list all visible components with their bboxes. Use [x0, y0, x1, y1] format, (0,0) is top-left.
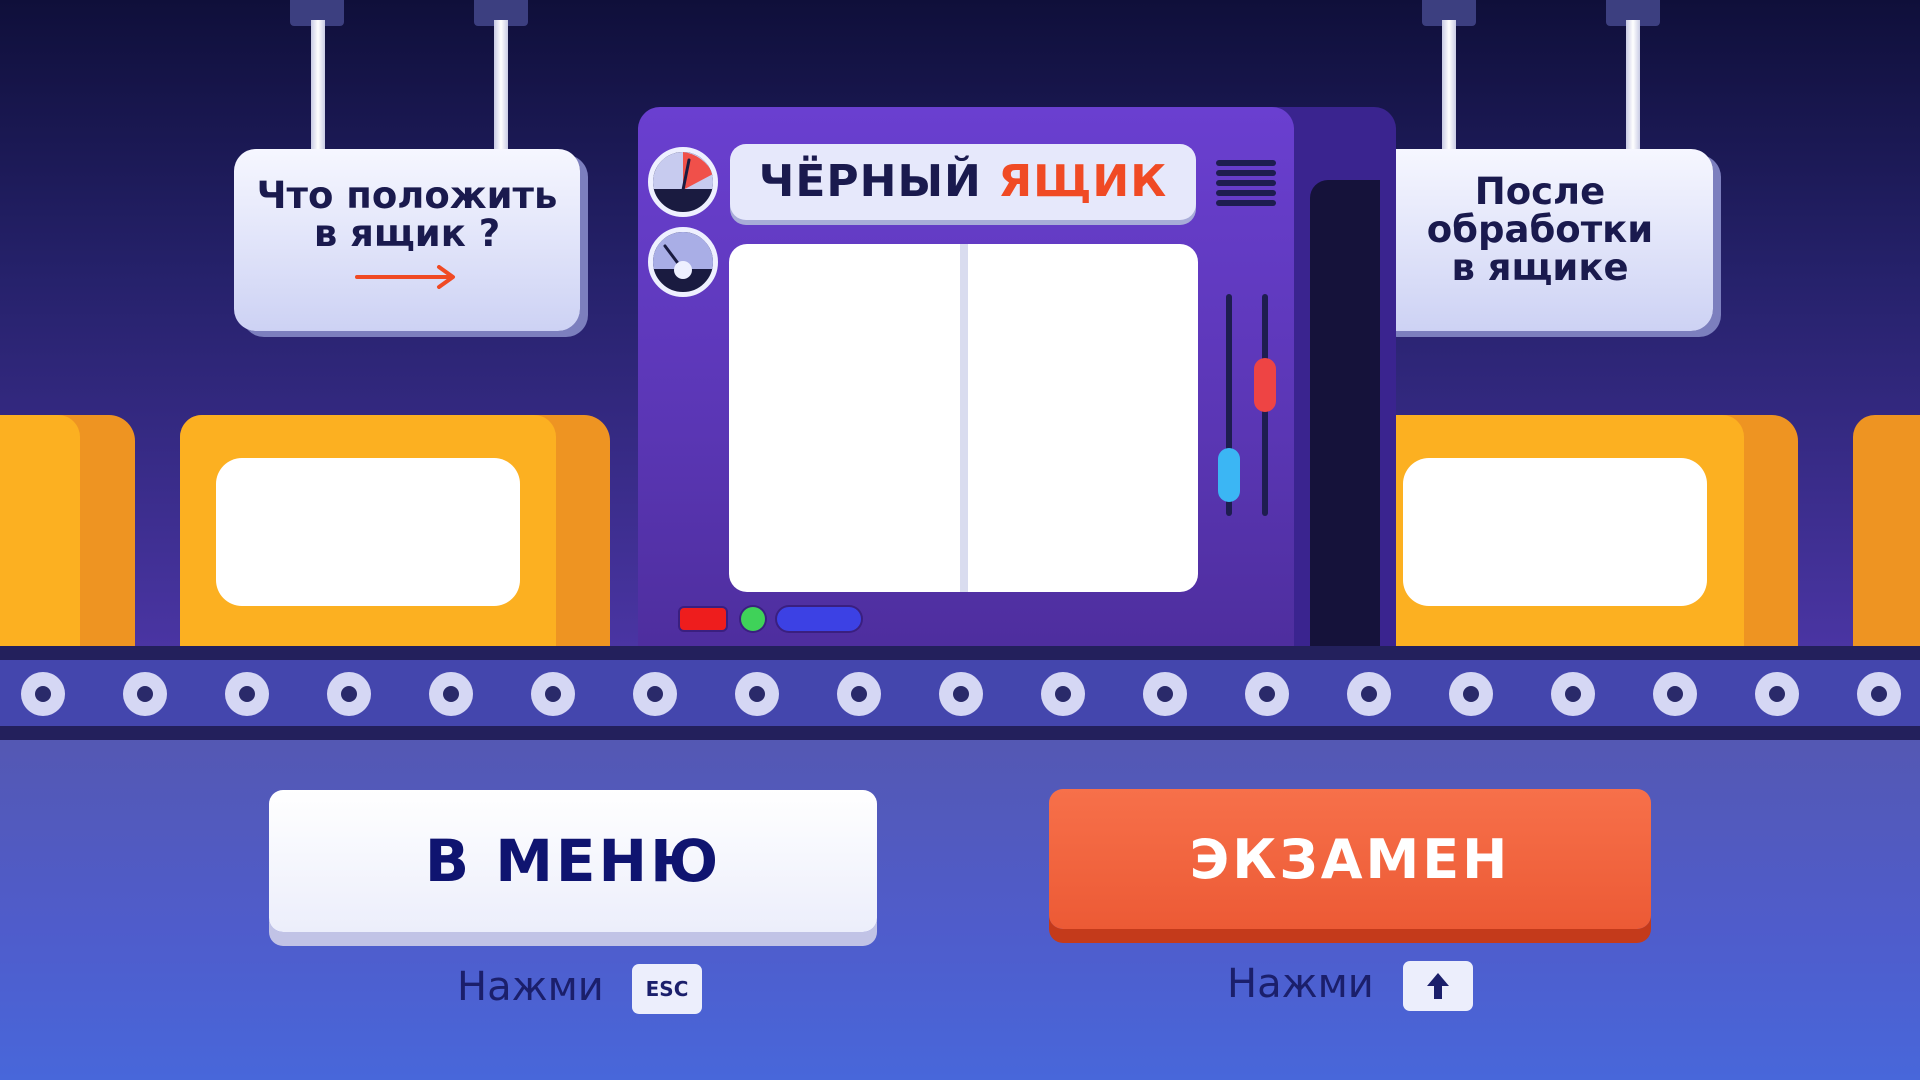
conveyor-roller [1245, 672, 1289, 716]
gauge-icon [648, 227, 718, 297]
conveyor-top-edge [0, 646, 1920, 660]
conveyor-roller [1653, 672, 1697, 716]
conveyor-roller [123, 672, 167, 716]
vent-line [1216, 190, 1276, 196]
output-sign: После обработки в ящике [1367, 149, 1713, 331]
conveyor-roller [939, 672, 983, 716]
exam-hint: Нажми [1227, 961, 1374, 1007]
red-indicator-light [680, 608, 726, 630]
hanger-pole [1626, 20, 1640, 150]
gauge-icon [648, 147, 718, 217]
input-sign-line-1: Что положить [256, 174, 558, 217]
conveyor-roller [1755, 672, 1799, 716]
conveyor-roller [1857, 672, 1901, 716]
input-box-slot[interactable] [216, 458, 520, 606]
vent-line [1216, 160, 1276, 166]
conveyor-roller [531, 672, 575, 716]
output-sign-line-1: После [1474, 170, 1606, 213]
red-slider-knob [1254, 358, 1276, 412]
output-sign-line-3: в ящике [1451, 246, 1629, 289]
hanger-pole [311, 20, 325, 150]
conveyor-roller [1347, 672, 1391, 716]
conveyor-roller [837, 672, 881, 716]
output-box-slot [1403, 458, 1707, 606]
vent-line [1216, 170, 1276, 176]
conveyor-roller [1041, 672, 1085, 716]
conveyor-roller [1551, 672, 1595, 716]
machine-title-main: ЧЁРНЫЙ [758, 156, 982, 207]
box-left-edge [0, 415, 80, 647]
vent-line [1216, 200, 1276, 206]
conveyor-roller [1449, 672, 1493, 716]
arrow-up-icon [1427, 973, 1449, 999]
box-right-edge [1853, 415, 1920, 647]
machine-door [1310, 180, 1380, 647]
enter-key [1403, 961, 1473, 1011]
vent-line [1216, 180, 1276, 186]
conveyor-roller [1143, 672, 1187, 716]
menu-hint: Нажми [457, 964, 604, 1010]
esc-key-label: ESC [645, 977, 689, 1001]
conveyor-bottom-edge [0, 726, 1920, 740]
conveyor-roller [633, 672, 677, 716]
hanger-pole [1442, 20, 1456, 150]
machine-title: ЧЁРНЫЙ ЯЩИК [730, 144, 1196, 220]
esc-key: ESC [632, 964, 702, 1014]
input-sign: Что положить в ящик ? [234, 149, 580, 331]
output-sign-line-2: обработки [1426, 208, 1654, 251]
conveyor-roller [327, 672, 371, 716]
conveyor-roller [429, 672, 473, 716]
machine-title-accent: ЯЩИК [998, 156, 1168, 207]
blue-slider-knob [1218, 448, 1240, 502]
green-indicator-light [741, 607, 765, 631]
exam-button[interactable]: ЭКЗАМЕН [1049, 789, 1651, 929]
conveyor-roller [735, 672, 779, 716]
arrow-right-icon [355, 265, 455, 289]
input-sign-line-2: в ящик ? [313, 212, 501, 255]
blue-indicator-light [777, 607, 861, 631]
screen-divider [960, 244, 968, 592]
conveyor-roller [21, 672, 65, 716]
conveyor-roller [225, 672, 269, 716]
menu-button[interactable]: В МЕНЮ [269, 790, 877, 932]
hanger-pole [494, 20, 508, 150]
